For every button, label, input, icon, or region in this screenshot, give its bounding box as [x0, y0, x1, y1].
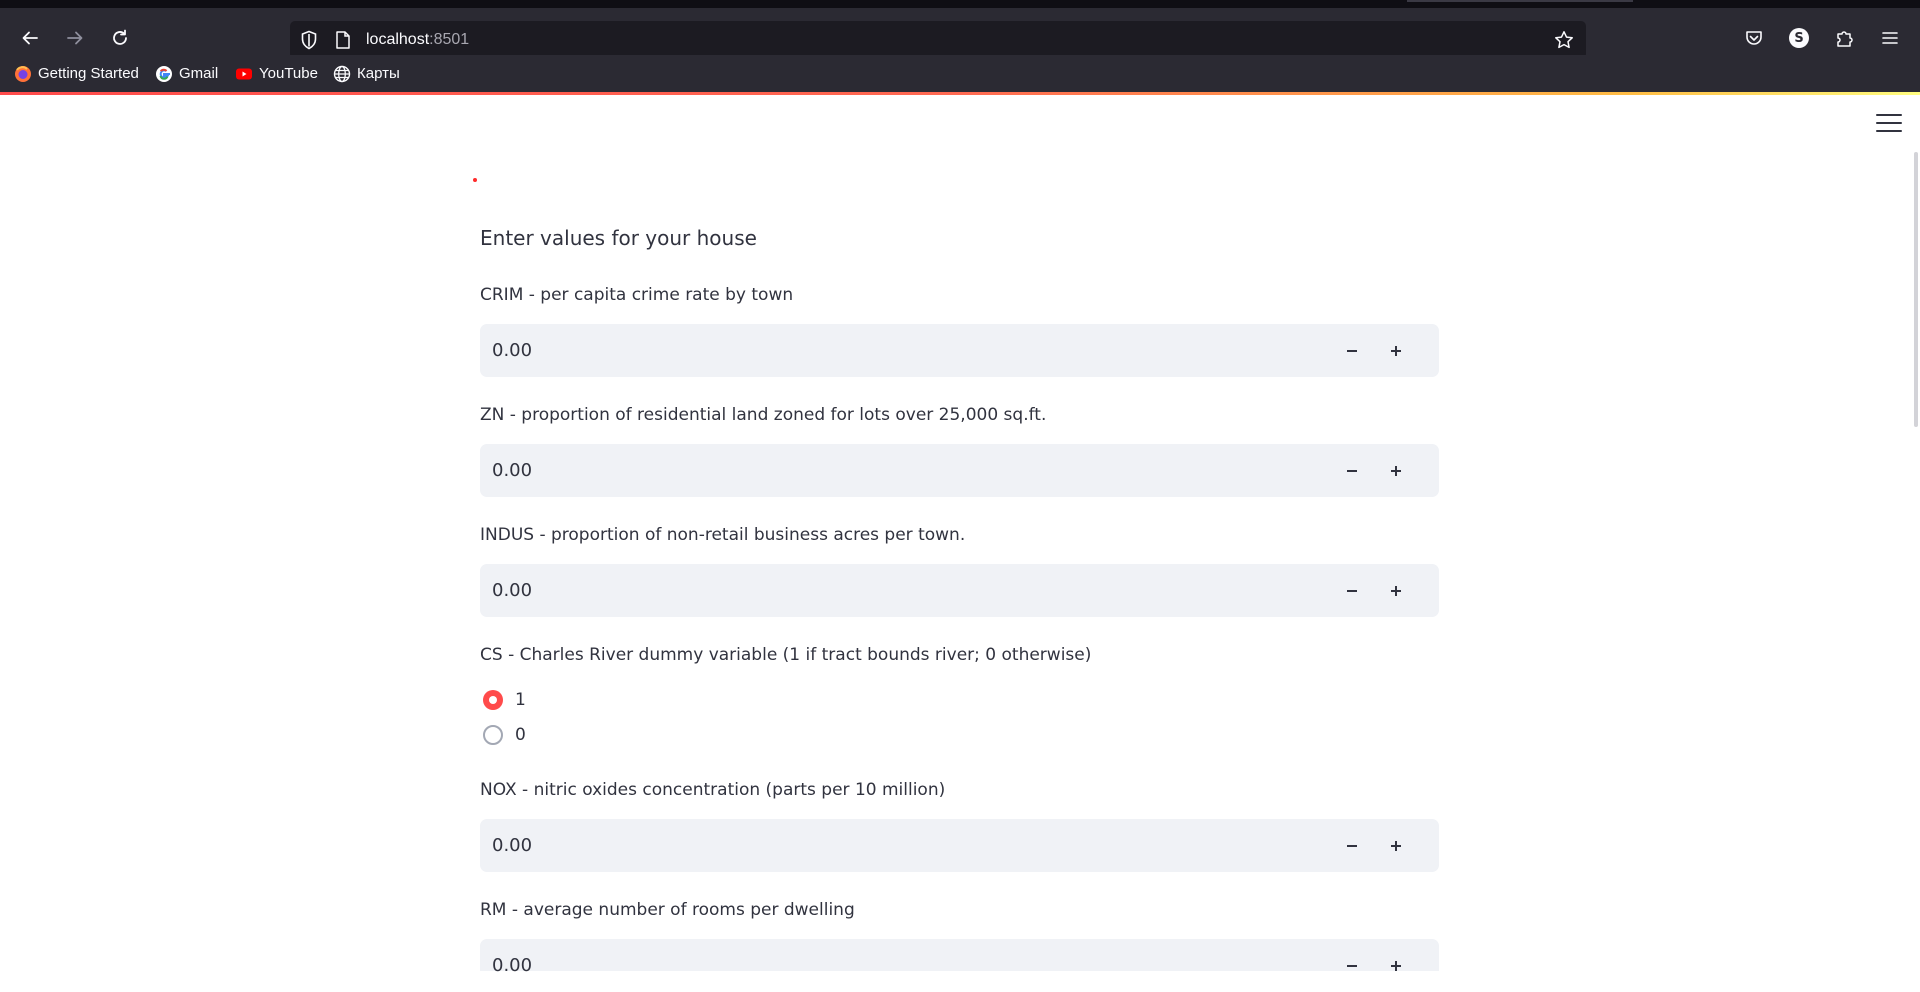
crim-label: CRIM - per capita crime rate by town [480, 285, 794, 305]
profile-button[interactable]: S [1781, 20, 1817, 56]
zn-number-input [480, 444, 1439, 497]
bookmark-youtube[interactable]: YouTube [235, 55, 318, 92]
plus-icon [1391, 465, 1401, 476]
url-port: :8501 [429, 31, 470, 48]
app-decoration-bar [0, 92, 1920, 95]
zn-label: ZN - proportion of residential land zone… [480, 405, 1047, 425]
minus-icon [1347, 964, 1357, 967]
plus-icon [1391, 960, 1401, 971]
radio-unselected-icon[interactable] [483, 725, 503, 745]
google-icon [155, 65, 173, 83]
bookmark-maps[interactable]: Карты [333, 55, 400, 92]
cs-radio-option-0[interactable]: 0 [483, 725, 526, 745]
indus-label: INDUS - proportion of non-retail busines… [480, 525, 966, 545]
rm-input[interactable] [480, 939, 1292, 992]
page-icon[interactable] [333, 30, 353, 50]
bookmark-star-icon[interactable] [1554, 30, 1574, 50]
zn-increment-button[interactable] [1374, 444, 1418, 497]
globe-icon [333, 65, 351, 83]
nox-label: NOX - nitric oxides concentration (parts… [480, 780, 946, 800]
shield-icon[interactable] [299, 30, 319, 50]
arrow-right-icon [67, 31, 83, 45]
crim-number-input [480, 324, 1439, 377]
pocket-icon [1746, 31, 1762, 45]
app-menu-hamburger[interactable] [1876, 114, 1902, 136]
status-dot [473, 178, 477, 182]
rm-number-input [480, 939, 1439, 992]
nox-input[interactable] [480, 819, 1292, 872]
rm-label: RM - average number of rooms per dwellin… [480, 900, 855, 920]
rm-decrement-button[interactable] [1330, 939, 1374, 992]
profile-initial: S [1794, 30, 1804, 46]
nox-number-input [480, 819, 1439, 872]
plus-icon [1391, 840, 1401, 851]
firefox-icon [14, 65, 32, 83]
plus-icon [1391, 345, 1401, 356]
cs-radio-option-1[interactable]: 1 [483, 690, 526, 710]
plus-icon [1391, 585, 1401, 596]
bookmark-label: YouTube [259, 65, 318, 82]
bookmark-label: Gmail [179, 65, 219, 82]
rm-increment-button[interactable] [1374, 939, 1418, 992]
nox-increment-button[interactable] [1374, 819, 1418, 872]
bookmark-label: Getting Started [38, 65, 139, 82]
bookmark-label: Карты [357, 65, 400, 82]
minus-icon [1347, 589, 1357, 592]
minus-icon [1347, 349, 1357, 352]
zn-decrement-button[interactable] [1330, 444, 1374, 497]
youtube-icon [235, 65, 253, 83]
bookmark-getting-started[interactable]: Getting Started [14, 55, 139, 92]
crim-decrement-button[interactable] [1330, 324, 1374, 377]
zn-input[interactable] [480, 444, 1292, 497]
indus-decrement-button[interactable] [1330, 564, 1374, 617]
app-menu-button[interactable] [1872, 20, 1908, 56]
browser-toolbar: localhost:8501 S [0, 8, 1920, 59]
url-bar[interactable]: localhost:8501 [290, 21, 1586, 59]
reload-icon [113, 29, 127, 45]
radio-option-label: 0 [515, 725, 526, 745]
menu-icon [1882, 32, 1898, 44]
arrow-left-icon [22, 31, 38, 45]
nox-decrement-button[interactable] [1330, 819, 1374, 872]
pocket-button[interactable] [1736, 20, 1772, 56]
url-host: localhost [366, 31, 430, 48]
indus-input[interactable] [480, 564, 1292, 617]
back-button[interactable] [12, 20, 48, 56]
bookmark-gmail[interactable]: Gmail [155, 55, 218, 92]
forward-button[interactable] [57, 20, 93, 56]
tab-strip [0, 0, 1920, 8]
indus-increment-button[interactable] [1374, 564, 1418, 617]
crim-input[interactable] [480, 324, 1292, 377]
crim-increment-button[interactable] [1374, 324, 1418, 377]
avatar: S [1789, 28, 1809, 48]
reload-button[interactable] [102, 20, 138, 56]
bookmarks-bar: Getting Started Gmail YouTube Карты [0, 55, 1920, 92]
scrollbar[interactable] [1914, 152, 1918, 427]
puzzle-icon [1837, 31, 1853, 47]
minus-icon [1347, 469, 1357, 472]
cs-label: CS - Charles River dummy variable (1 if … [480, 645, 1092, 665]
indus-number-input [480, 564, 1439, 617]
page-heading: Enter values for your house [480, 226, 757, 250]
radio-selected-icon[interactable] [483, 690, 503, 710]
extensions-button[interactable] [1827, 20, 1863, 56]
radio-option-label: 1 [515, 690, 526, 710]
url-text[interactable]: localhost:8501 [366, 21, 469, 59]
minus-icon [1347, 844, 1357, 847]
active-tab-indicator [1407, 0, 1633, 2]
